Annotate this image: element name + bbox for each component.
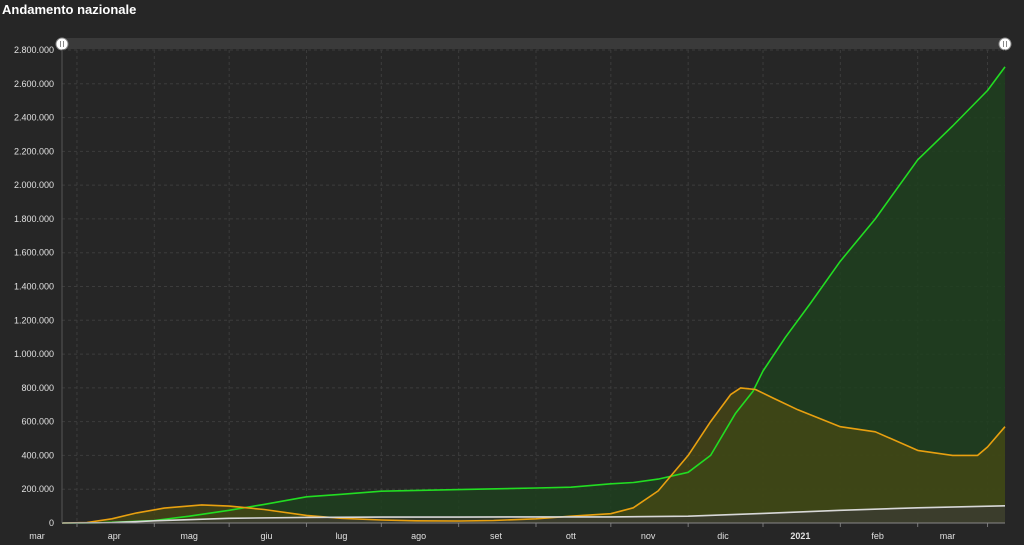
x-tick-label: mag	[180, 531, 198, 541]
x-tick-label: feb	[871, 531, 884, 541]
x-tick-label: dic	[717, 531, 729, 541]
y-tick-label: 0	[49, 518, 54, 528]
y-tick-label: 1.400.000	[14, 282, 54, 292]
y-tick-label: 200.000	[21, 484, 54, 494]
y-tick-label: 2.000.000	[14, 180, 54, 190]
y-tick-label: 400.000	[21, 450, 54, 460]
y-tick-label: 1.800.000	[14, 214, 54, 224]
y-tick-label: 2.800.000	[14, 45, 54, 55]
y-tick-label: 2.400.000	[14, 113, 54, 123]
y-tick-label: 2.600.000	[14, 79, 54, 89]
x-tick-label: giu	[260, 531, 272, 541]
range-slider[interactable]	[55, 37, 1012, 51]
y-tick-label: 600.000	[21, 417, 54, 427]
y-tick-label: 800.000	[21, 383, 54, 393]
x-tick-label: apr	[108, 531, 121, 541]
x-tick-label: ago	[411, 531, 426, 541]
x-axis: mar apr mag giu lug ago set ott nov dic 2021 feb mar	[29, 522, 1005, 541]
x-tick-label: 2021	[790, 531, 810, 541]
line-chart: 0 200.000 400.000 600.000 800.000 1.000.000 1.…	[14, 37, 1012, 541]
y-tick-label: 1.600.000	[14, 248, 54, 258]
y-tick-label: 2.200.000	[14, 146, 54, 156]
x-tick-label: ott	[566, 531, 577, 541]
range-slider-left-handle[interactable]	[55, 37, 69, 51]
series-areas	[62, 66, 1005, 524]
range-slider-track[interactable]	[62, 38, 1006, 49]
x-tick-label: mar	[29, 531, 45, 541]
y-tick-label: 1.000.000	[14, 349, 54, 359]
x-tick-label: lug	[335, 531, 347, 541]
x-tick-label: set	[490, 531, 503, 541]
x-tick-label: nov	[641, 531, 656, 541]
range-slider-right-handle[interactable]	[998, 37, 1012, 51]
y-axis: 0 200.000 400.000 600.000 800.000 1.000.000 1.…	[14, 45, 63, 528]
y-tick-label: 1.200.000	[14, 315, 54, 325]
x-tick-label: mar	[940, 531, 956, 541]
